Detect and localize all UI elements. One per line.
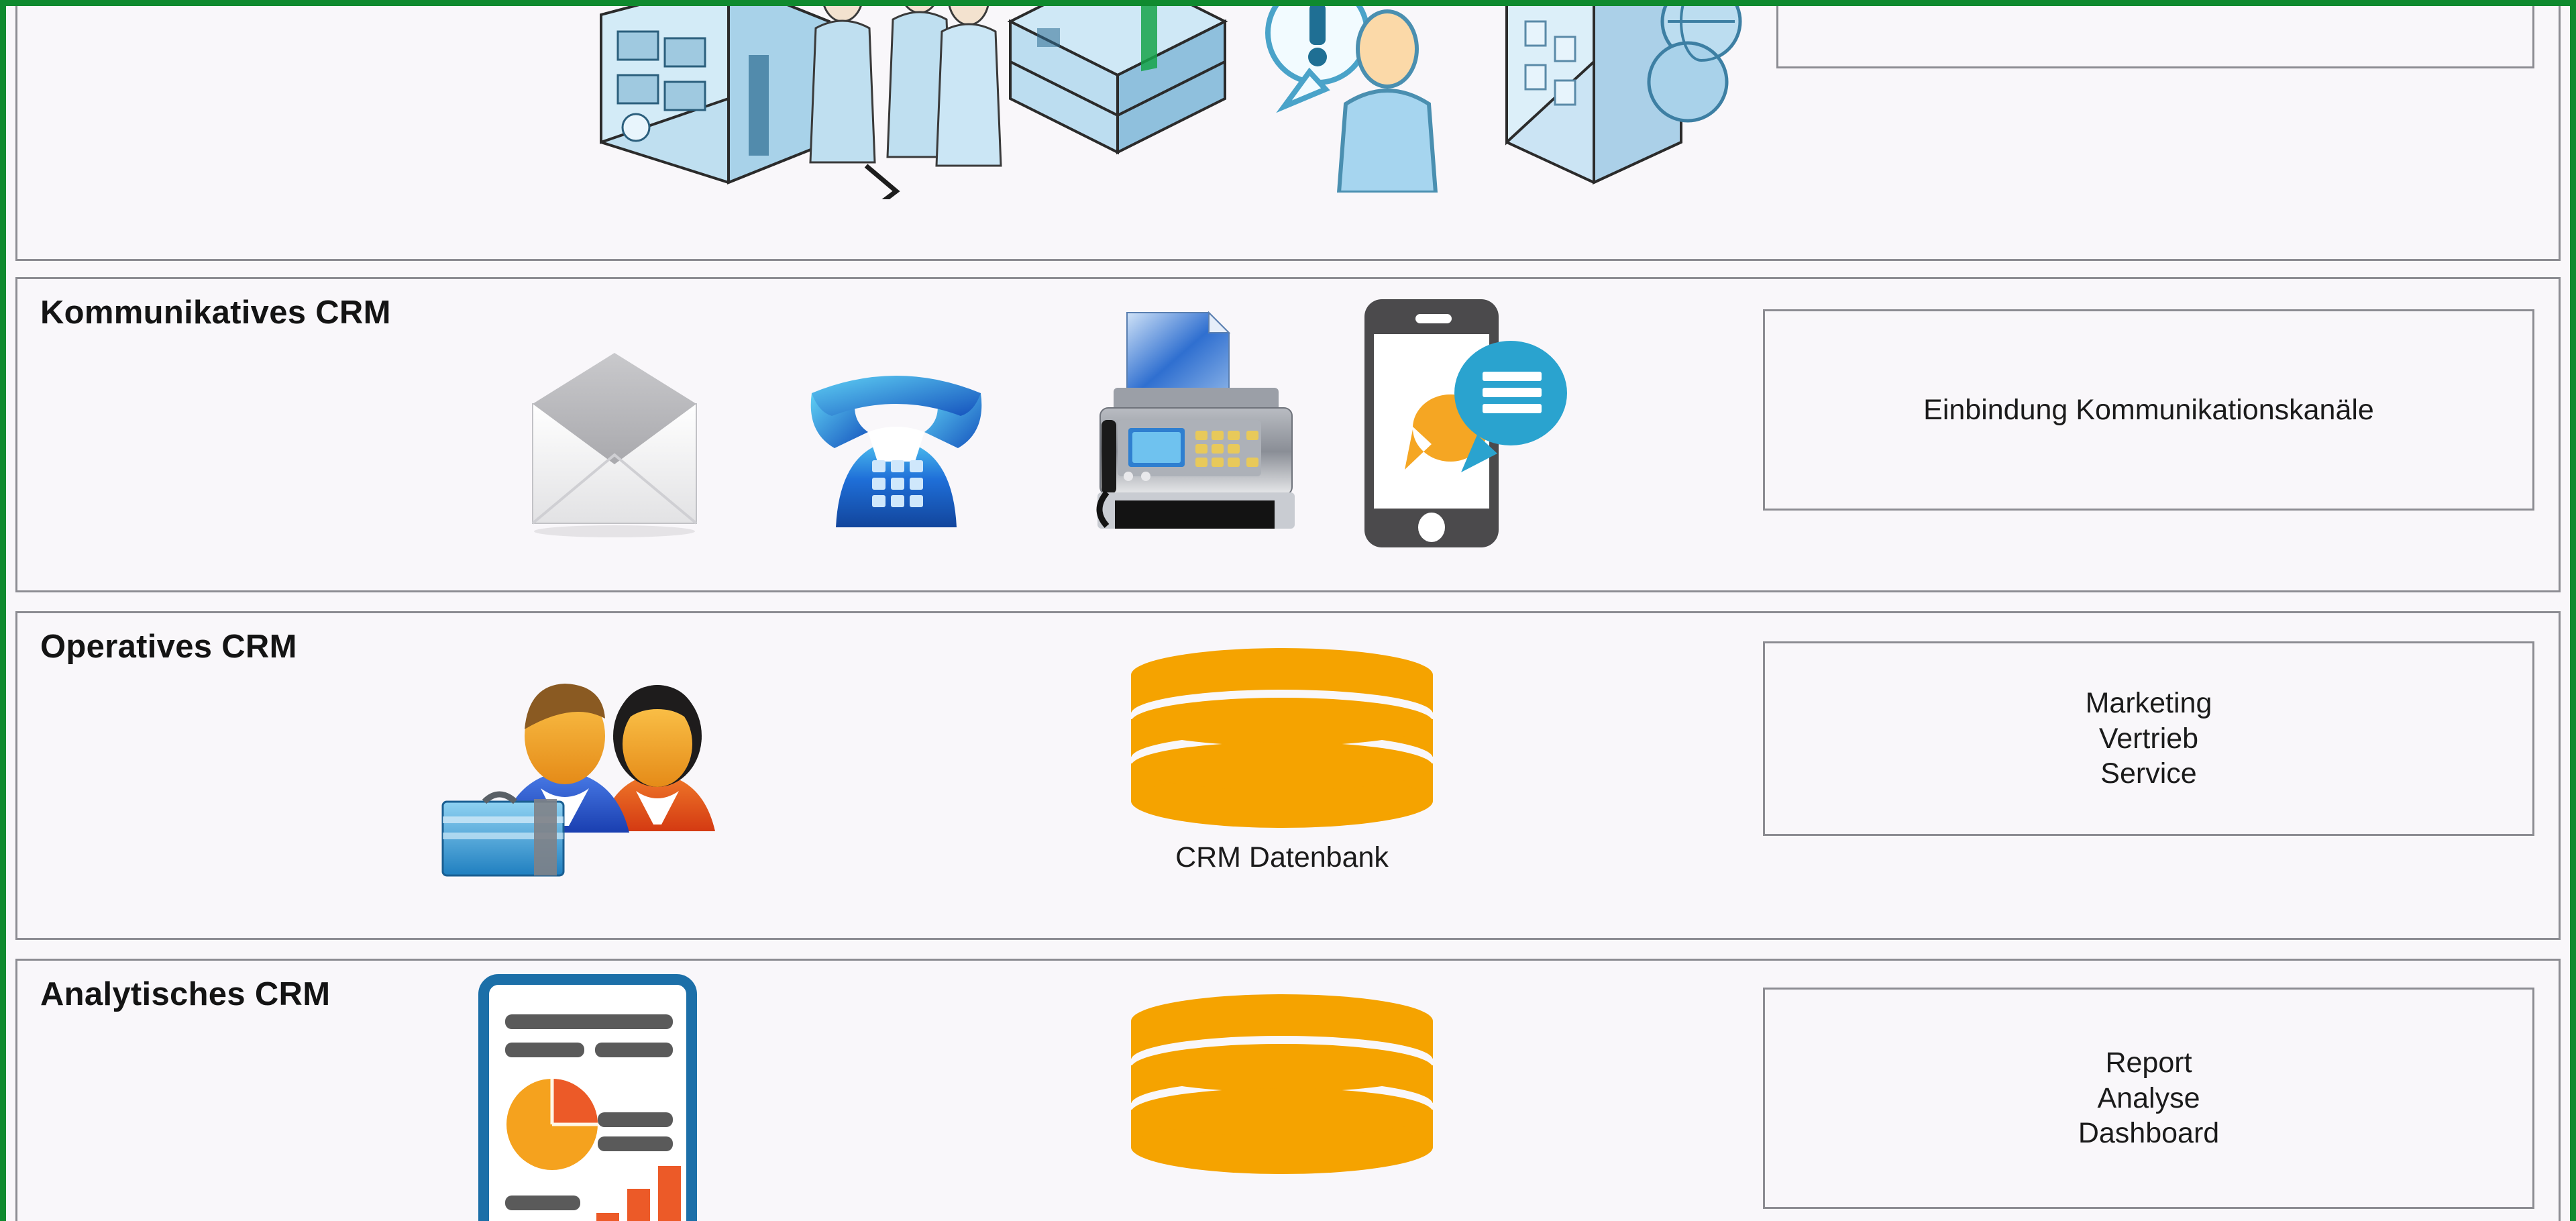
crm-layer-stack: Interaktion über Unternehmensgrenzen hin… bbox=[6, 6, 2570, 1221]
row-label-kommunikatives: Kommunikatives CRM bbox=[40, 295, 391, 331]
caption-box-kommunikatives: Einbindung Kommunikationskanäle bbox=[1763, 309, 2534, 511]
database-cylinder-icon bbox=[1124, 647, 1440, 835]
caption-box-analytisches: Report Analyse Dashboard bbox=[1763, 988, 2534, 1209]
caption-line: Service bbox=[2100, 757, 2197, 790]
telephone-icon bbox=[789, 353, 1004, 541]
business-people-icon bbox=[433, 657, 729, 878]
caption-line: Dashboard bbox=[2078, 1117, 2220, 1150]
crm-row-kommunikatives: Kommunikatives CRM Einbindung Kommunikat… bbox=[15, 277, 2561, 592]
person-alert-icon bbox=[1245, 6, 1466, 193]
office-globe-icon bbox=[1480, 6, 1748, 189]
row-label-operatives: Operatives CRM bbox=[40, 629, 297, 665]
database-caption-operatives: CRM Datenbank bbox=[1175, 841, 1389, 873]
report-dashboard-icon bbox=[477, 973, 698, 1221]
caption-box-operatives: Marketing Vertrieb Service bbox=[1763, 641, 2534, 836]
caption-box-kollaboratives: Interaktion über Unternehmensgrenzen hin… bbox=[1776, 0, 2534, 68]
fax-machine-icon bbox=[1077, 307, 1312, 535]
caption-line: Marketing bbox=[2085, 687, 2212, 720]
people-group-icon bbox=[802, 6, 1024, 199]
caption-line: Vertrieb bbox=[2098, 722, 2199, 755]
row-label-analytisches: Analytisches CRM bbox=[40, 976, 331, 1012]
crm-row-kollaboratives: Interaktion über Unternehmensgrenzen hin… bbox=[15, 0, 2561, 261]
smartphone-chat-icon bbox=[1346, 293, 1574, 554]
server-building-icon bbox=[594, 6, 836, 196]
caption-line: hinaus mit Lieferanten ... bbox=[1904, 0, 2406, 3]
caption-line: Report bbox=[2105, 1047, 2192, 1079]
crm-row-operatives: Operatives CRM CRM Datenbank Marketing V… bbox=[15, 611, 2561, 940]
caption-line: Analyse bbox=[2097, 1081, 2200, 1114]
envelope-icon bbox=[514, 339, 715, 541]
caption-line: Einbindung Kommunikationskanäle bbox=[1923, 393, 2374, 426]
datacenter-icon bbox=[997, 6, 1238, 169]
crm-row-analytisches: Analytisches CRM Report Analyse Dashboar… bbox=[15, 959, 2561, 1221]
diagram-canvas: Interaktion über Unternehmensgrenzen hin… bbox=[0, 0, 2576, 1221]
database-cylinder-icon bbox=[1124, 993, 1440, 1181]
